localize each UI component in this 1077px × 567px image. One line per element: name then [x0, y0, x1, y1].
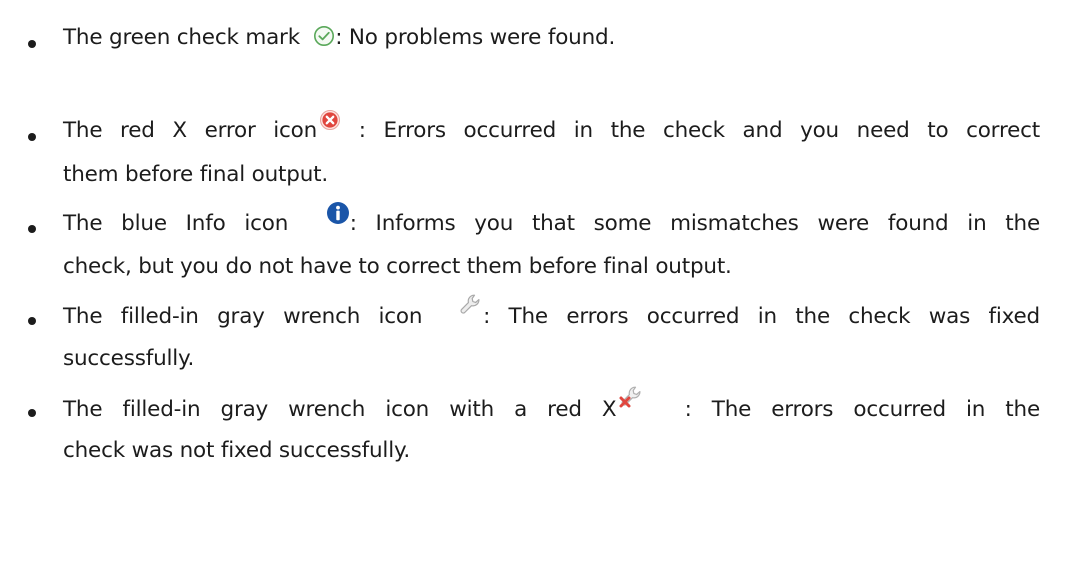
blue-info-icon	[326, 201, 350, 225]
bullet	[28, 225, 36, 233]
item-text-continuation: check was not fixed successfully.	[63, 438, 411, 463]
red-x-error-icon	[319, 109, 341, 131]
item-text-after: : Errors occurred in the check and you n…	[358, 118, 1040, 143]
item-text-before: The blue Info icon	[63, 211, 289, 236]
bullet	[28, 317, 36, 325]
green-check-circle-icon	[313, 25, 335, 47]
gray-wrench-icon	[459, 293, 483, 317]
bullet	[28, 133, 36, 141]
item-text-after: : No problems were found.	[335, 25, 616, 50]
item-text-before: The filled-in gray wrench icon	[63, 304, 423, 329]
item-text-before: The filled-in gray wrench icon with a re…	[63, 397, 617, 422]
item-text-continuation: them before final output.	[63, 162, 328, 187]
item-text-before: The green check mark	[63, 25, 300, 50]
bullet	[28, 409, 36, 417]
gray-wrench-red-x-icon	[618, 385, 644, 409]
bullet	[28, 40, 36, 48]
icon-legend-list: The green check mark : No problems were …	[0, 0, 1077, 567]
item-text-after: : Informs you that some mismatches were …	[349, 211, 1040, 236]
item-text-before: The red X error icon	[63, 118, 318, 143]
item-text-continuation: check, but you do not have to correct th…	[63, 254, 732, 279]
item-text-continuation: successfully.	[63, 346, 195, 371]
item-text-after: : The errors occurred in the check was f…	[483, 304, 1040, 329]
item-text-after: : The errors occurred in the	[684, 397, 1041, 422]
